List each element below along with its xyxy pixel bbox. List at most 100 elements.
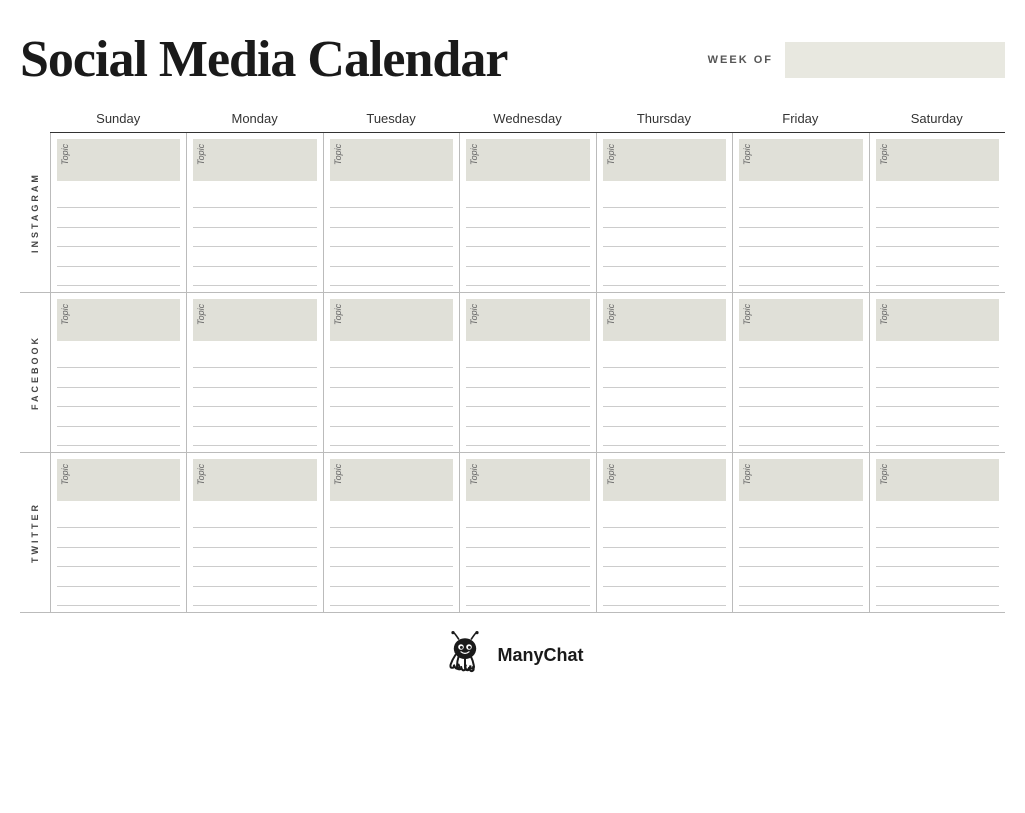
line: [193, 427, 316, 446]
facebook-thursday-cell: Topic: [596, 293, 732, 452]
facebook-wednesday-topic-label: Topic: [469, 304, 479, 325]
instagram-thursday-lines: [597, 181, 732, 292]
twitter-sunday-topic-label: Topic: [60, 464, 70, 485]
facebook-wednesday-lines: [460, 341, 595, 452]
instagram-saturday-topic: Topic: [876, 139, 999, 181]
line: [739, 267, 862, 286]
manychat-logo-icon: [441, 631, 489, 679]
facebook-tuesday-cell: Topic: [323, 293, 459, 452]
day-header-spacer: [20, 107, 50, 133]
instagram-label: INSTAGRAM: [20, 133, 50, 292]
twitter-friday-lines: [733, 501, 868, 612]
line: [603, 407, 726, 426]
line: [193, 267, 316, 286]
twitter-thursday-lines: [597, 501, 732, 612]
line: [876, 368, 999, 387]
line: [57, 567, 180, 586]
line: [876, 189, 999, 208]
line: [330, 587, 453, 606]
week-of-container: WEEK OF: [708, 42, 1005, 78]
line: [876, 528, 999, 547]
twitter-tuesday-topic: Topic: [330, 459, 453, 501]
instagram-friday-topic: Topic: [739, 139, 862, 181]
facebook-monday-cell: Topic: [186, 293, 322, 452]
line: [466, 267, 589, 286]
twitter-monday-cell: Topic: [186, 453, 322, 612]
instagram-tuesday-topic: Topic: [330, 139, 453, 181]
twitter-wednesday-topic-label: Topic: [469, 464, 479, 485]
line: [193, 368, 316, 387]
instagram-wednesday-topic: Topic: [466, 139, 589, 181]
line: [603, 528, 726, 547]
line: [330, 427, 453, 446]
instagram-monday-cell: Topic: [186, 133, 322, 292]
line: [57, 368, 180, 387]
line: [466, 567, 589, 586]
facebook-friday-lines: [733, 341, 868, 452]
instagram-friday-lines: [733, 181, 868, 292]
line: [330, 267, 453, 286]
twitter-thursday-cell: Topic: [596, 453, 732, 612]
instagram-thursday-topic: Topic: [603, 139, 726, 181]
line: [466, 247, 589, 266]
line: [193, 567, 316, 586]
facebook-sunday-lines: [51, 341, 186, 452]
line: [330, 528, 453, 547]
line: [466, 407, 589, 426]
instagram-tuesday-lines: [324, 181, 459, 292]
twitter-tuesday-topic-label: Topic: [333, 464, 343, 485]
line: [193, 587, 316, 606]
line: [330, 189, 453, 208]
facebook-tuesday-topic-label: Topic: [333, 304, 343, 325]
footer-logo: ManyChat: [441, 631, 583, 679]
line: [603, 509, 726, 528]
week-of-input[interactable]: [785, 42, 1005, 78]
instagram-saturday-cell: Topic: [869, 133, 1005, 292]
facebook-tuesday-topic: Topic: [330, 299, 453, 341]
twitter-section: TWITTER Topic Topic: [20, 453, 1005, 613]
twitter-wednesday-lines: [460, 501, 595, 612]
facebook-saturday-topic-label: Topic: [879, 304, 889, 325]
line: [876, 267, 999, 286]
facebook-friday-topic: Topic: [739, 299, 862, 341]
twitter-monday-topic-label: Topic: [196, 464, 206, 485]
twitter-friday-topic: Topic: [739, 459, 862, 501]
line: [739, 368, 862, 387]
facebook-saturday-cell: Topic: [869, 293, 1005, 452]
day-header-monday: Monday: [186, 107, 322, 133]
line: [466, 349, 589, 368]
instagram-sunday-topic-label: Topic: [60, 144, 70, 165]
day-header-tuesday: Tuesday: [323, 107, 459, 133]
line: [466, 368, 589, 387]
facebook-monday-lines: [187, 341, 322, 452]
line: [330, 388, 453, 407]
facebook-friday-topic-label: Topic: [742, 304, 752, 325]
twitter-saturday-topic-label: Topic: [879, 464, 889, 485]
instagram-wednesday-lines: [460, 181, 595, 292]
line: [739, 427, 862, 446]
line: [603, 427, 726, 446]
twitter-sunday-lines: [51, 501, 186, 612]
instagram-saturday-topic-label: Topic: [879, 144, 889, 165]
line: [330, 349, 453, 368]
line: [193, 509, 316, 528]
line: [876, 427, 999, 446]
line: [739, 407, 862, 426]
line: [876, 349, 999, 368]
line: [57, 388, 180, 407]
line: [739, 247, 862, 266]
twitter-label: TWITTER: [20, 453, 50, 612]
facebook-monday-topic-label: Topic: [196, 304, 206, 325]
line: [876, 228, 999, 247]
line: [330, 567, 453, 586]
twitter-wednesday-topic: Topic: [466, 459, 589, 501]
line: [57, 189, 180, 208]
line: [876, 587, 999, 606]
line: [876, 247, 999, 266]
line: [466, 189, 589, 208]
instagram-sunday-topic: Topic: [57, 139, 180, 181]
line: [603, 247, 726, 266]
twitter-tuesday-cell: Topic: [323, 453, 459, 612]
instagram-wednesday-cell: Topic: [459, 133, 595, 292]
line: [57, 427, 180, 446]
